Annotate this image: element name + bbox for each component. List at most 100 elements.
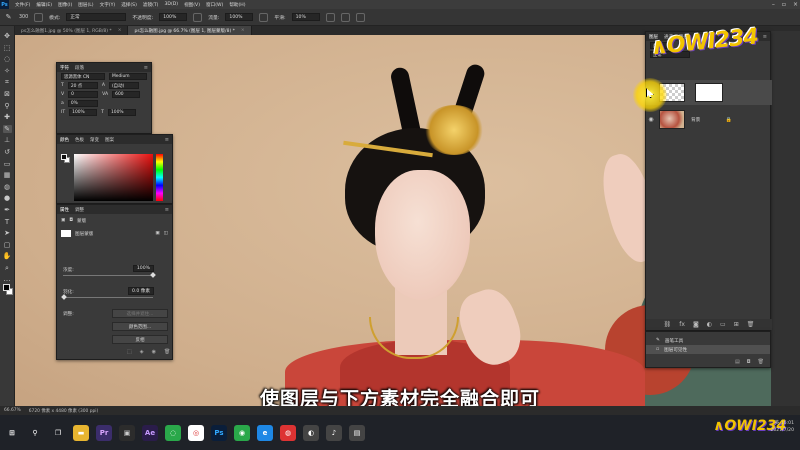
hand-tool-icon[interactable]: ✋ — [3, 252, 12, 260]
opacity-input[interactable]: 100% — [159, 13, 188, 21]
delete-icon[interactable]: 🗑 — [758, 359, 764, 365]
move-tool-icon[interactable]: ✥ — [3, 32, 12, 40]
angle-icon[interactable] — [340, 12, 350, 22]
menu-file[interactable]: 文件(F) — [15, 2, 30, 8]
close-icon[interactable]: × — [241, 28, 245, 33]
zoom-level[interactable]: 66.67% — [4, 408, 21, 413]
menu-help[interactable]: 帮助(H) — [229, 2, 245, 8]
blur-tool-icon[interactable]: ◍ — [3, 183, 12, 191]
tab-adjustments[interactable]: 调整 — [75, 207, 84, 213]
layer-name[interactable]: 背景 — [691, 117, 700, 123]
search-icon[interactable]: ⚲ — [27, 425, 43, 441]
density-input[interactable]: 100% — [132, 265, 154, 272]
density-slider[interactable] — [63, 275, 153, 276]
brush-settings-icon[interactable] — [34, 12, 44, 22]
doc-tab-1[interactable]: ps怎么融图1.jpg @ 50% (图层 1, RGB/8) * × — [15, 26, 129, 35]
tracking-input[interactable]: 600 — [112, 91, 141, 98]
camera-icon[interactable]: ◘ — [747, 359, 751, 365]
frame-tool-icon[interactable]: ⊠ — [3, 90, 12, 98]
smoothing-input[interactable]: 10% — [291, 13, 320, 21]
clock-time[interactable]: 16:01 — [781, 421, 794, 426]
new-document-icon[interactable]: ▤ — [735, 359, 740, 365]
kerning-input[interactable]: 0 — [68, 91, 99, 98]
adjustment-layer-icon[interactable]: ◐ — [707, 321, 712, 328]
history-item[interactable]: ▫ 图层可见性 — [646, 345, 770, 354]
close-icon[interactable]: × — [793, 1, 798, 8]
eraser-tool-icon[interactable]: ▭ — [3, 160, 12, 168]
layer-row[interactable]: ◉ 背景 🔒 — [646, 107, 772, 132]
visibility-icon[interactable]: ◉ — [152, 349, 156, 355]
flow-input[interactable]: 100% — [225, 13, 254, 21]
menu-type[interactable]: 文字(Y) — [100, 2, 116, 8]
brush-tool-icon[interactable]: ✎ — [4, 13, 13, 21]
leading-input[interactable]: (自动) — [108, 82, 139, 89]
lasso-tool-icon[interactable]: ◌ — [3, 55, 12, 63]
after-effects-icon[interactable]: Ae — [142, 424, 158, 441]
tab-color[interactable]: 颜色 — [60, 137, 69, 143]
app-icon[interactable]: ♪ — [326, 424, 342, 441]
menu-view[interactable]: 视图(V) — [184, 2, 200, 8]
apply-mask-icon[interactable]: ◈ — [140, 349, 144, 355]
color-range-button[interactable]: 颜色范围... — [112, 322, 168, 331]
panel-menu-icon[interactable]: ≡ — [763, 34, 767, 40]
menu-window[interactable]: 窗口(W) — [206, 2, 223, 8]
tab-swatches[interactable]: 色板 — [75, 137, 84, 143]
app-icon[interactable]: ▣ — [119, 424, 135, 441]
premiere-icon[interactable]: Pr — [96, 424, 112, 441]
brush-tool-icon[interactable]: ✎ — [2, 124, 12, 133]
pixel-mask-icon[interactable]: ▣ — [61, 218, 65, 223]
photoshop-taskbar-icon[interactable]: Ps — [211, 424, 227, 441]
select-mask-icon[interactable]: ▣ — [155, 231, 159, 236]
wechat-icon[interactable]: ◌ — [165, 424, 181, 441]
layer-mask-thumbnail[interactable] — [695, 83, 723, 102]
zoom-tool-icon[interactable]: ⌕ — [3, 264, 12, 272]
new-layer-icon[interactable]: ⊞ — [734, 321, 739, 328]
netease-icon[interactable]: ◍ — [280, 424, 296, 441]
mode-select[interactable]: 正常 — [66, 13, 127, 21]
app-icon[interactable]: ▤ — [349, 424, 365, 441]
invert-button[interactable]: 反相 — [112, 335, 168, 344]
hue-slider[interactable] — [156, 154, 163, 201]
feather-input[interactable]: 0.0 像素 — [128, 287, 154, 295]
eyedropper-tool-icon[interactable]: ⚲ — [3, 102, 12, 110]
ime-indicator[interactable]: 英 — [775, 421, 780, 426]
quick-select-tool-icon[interactable]: ✧ — [3, 67, 12, 75]
minimize-icon[interactable]: – — [772, 1, 775, 8]
document-info[interactable]: 6720 像素 x 4480 像素 (300 ppi) — [29, 408, 98, 414]
foreground-color-swatch[interactable] — [3, 284, 10, 291]
app-icon[interactable]: ◐ — [303, 424, 319, 441]
feather-slider[interactable] — [63, 297, 153, 298]
font-family-select[interactable]: 思源黑体 CN — [61, 73, 105, 80]
browser-icon[interactable]: e — [257, 424, 273, 441]
pen-tool-icon[interactable]: ✒ — [3, 206, 12, 214]
tab-character[interactable]: 字符 — [60, 65, 69, 71]
maximize-icon[interactable]: ▫ — [782, 1, 786, 8]
tab-properties[interactable]: 属性 — [60, 207, 69, 213]
baseline-input[interactable]: 0% — [67, 100, 98, 107]
menu-edit[interactable]: 编辑(E) — [36, 2, 52, 8]
chrome-icon[interactable]: ◎ — [188, 424, 204, 441]
menu-3d[interactable]: 3D(D) — [164, 2, 178, 7]
menu-select[interactable]: 选择(S) — [121, 2, 137, 8]
density-slider-thumb[interactable] — [150, 272, 156, 278]
airbrush-icon[interactable] — [259, 12, 269, 22]
vscale-input[interactable]: 100% — [69, 109, 98, 116]
messenger-icon[interactable]: ◉ — [234, 424, 250, 441]
pressure-opacity-icon[interactable] — [193, 12, 203, 22]
marquee-tool-icon[interactable]: ⬚ — [3, 44, 12, 52]
menu-layer[interactable]: 图层(L) — [78, 2, 93, 8]
menu-filter[interactable]: 滤镜(T) — [143, 2, 159, 8]
link-layers-icon[interactable]: ⛓ — [664, 321, 672, 328]
font-size-input[interactable]: 20 点 — [67, 82, 98, 89]
panel-menu-icon[interactable]: ≡ — [165, 207, 169, 213]
vector-mask-add-icon[interactable]: ◫ — [164, 231, 168, 236]
panel-menu-icon[interactable]: ≡ — [144, 65, 148, 71]
load-selection-icon[interactable]: ⬚ — [127, 349, 132, 355]
visibility-icon[interactable]: ◉ — [646, 116, 656, 123]
pressure-size-icon[interactable] — [355, 12, 365, 22]
crop-tool-icon[interactable]: ⌗ — [3, 78, 12, 86]
stamp-tool-icon[interactable]: ⊥ — [3, 136, 12, 144]
path-select-tool-icon[interactable]: ➤ — [3, 229, 12, 237]
menu-image[interactable]: 图像(I) — [58, 2, 72, 8]
smoothing-settings-icon[interactable] — [325, 12, 335, 22]
